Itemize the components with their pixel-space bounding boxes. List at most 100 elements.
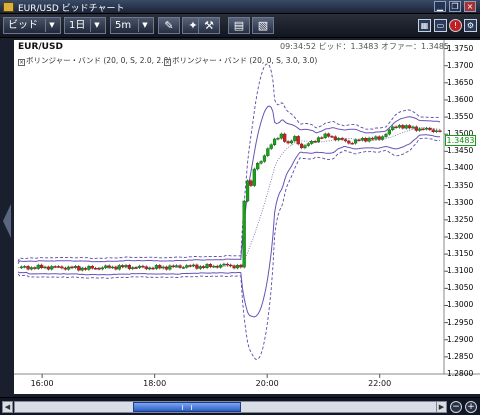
scroll-thumb[interactable] (133, 402, 241, 412)
draw-line-icon[interactable]: ✎ (158, 17, 180, 34)
legend-checkbox[interactable]: × (164, 59, 171, 66)
candle-body (218, 264, 223, 268)
chevron-down-icon: ▼ (138, 19, 151, 32)
y-tick-label: 1.3150 (447, 249, 474, 259)
candle-body (46, 266, 50, 270)
current-price-label: 1.3483 (445, 135, 476, 147)
image-icon[interactable]: ▧ (252, 17, 274, 34)
candle-body (272, 138, 277, 145)
candle-body (23, 266, 27, 268)
close-icon[interactable]: × (464, 1, 476, 12)
candle-body (401, 125, 405, 129)
indicator-icon[interactable]: ⚒ (198, 17, 220, 34)
candle-body (235, 265, 240, 269)
interval-select[interactable]: 5m ▼ (110, 17, 154, 34)
candle-body (367, 137, 371, 142)
candle-body (60, 266, 64, 269)
candle-body (26, 266, 30, 270)
window-title: EUR/USD ビッドチャート (18, 4, 125, 14)
candle-body (67, 266, 71, 270)
legend-bb-3[interactable]: × ボリンジャー・バンド (20, 0, S, 3.0, 3.0) (164, 55, 317, 66)
y-tick-label: 1.2850 (447, 351, 474, 361)
candle-body (266, 148, 270, 156)
candle-body (316, 137, 321, 142)
candle-body (114, 266, 118, 270)
y-tick-label: 1.3200 (447, 231, 474, 241)
candle-body (148, 267, 152, 270)
y-tick-label: 1.3000 (447, 300, 474, 310)
candle-body (296, 136, 300, 145)
candle-body (431, 129, 435, 132)
candle-body (229, 264, 233, 267)
candle-body (94, 267, 98, 270)
candle-body (381, 136, 385, 140)
candle-body (313, 141, 317, 143)
alert-icon[interactable]: ! (449, 19, 462, 32)
candle-body (232, 265, 236, 269)
layout-icon[interactable]: ▦ (418, 19, 431, 32)
candle-body (107, 265, 111, 268)
y-tick-label: 1.3750 (447, 43, 474, 53)
legend-checkbox[interactable]: × (18, 59, 25, 66)
candle-body (283, 133, 287, 142)
x-tick-label: 16:00 (30, 379, 54, 388)
quote-info: 09:34:52 ビッド：1.3483 オファー：1.3485 (280, 41, 449, 52)
settings-icon[interactable]: ⚙ (464, 19, 477, 32)
candle-body (279, 133, 283, 139)
y-tick-label: 1.3050 (447, 283, 474, 293)
chart-toolbar: ビッド ▼ 1日 ▼ 5m ▼ ✎ ✦ ⚒ ▤ ▧ ▦ ▭ ! ⚙ (0, 14, 480, 38)
plot-area (14, 40, 444, 374)
window-icon[interactable]: ▭ (434, 19, 447, 32)
print-icon[interactable]: ▤ (228, 17, 250, 34)
price-type-select[interactable]: ビッド ▼ (3, 17, 61, 34)
price-chart[interactable] (0, 38, 480, 397)
candle-body (245, 180, 250, 202)
chevron-down-icon: ▼ (45, 19, 58, 32)
y-tick-label: 1.3650 (447, 77, 474, 87)
candle-body (144, 266, 148, 270)
y-tick-label: 1.3450 (447, 146, 474, 156)
candle-body (411, 126, 415, 129)
offer-value: 1.3485 (421, 42, 450, 51)
candle-body (87, 266, 91, 270)
scroll-track[interactable] (14, 401, 444, 413)
chart-scrollbar[interactable]: ◀ ▶ − + (0, 397, 480, 415)
candle-body (269, 144, 273, 149)
candle-body (83, 268, 88, 270)
candle-body (343, 139, 348, 142)
x-tick-label: 18:00 (143, 379, 167, 388)
zoom-out-icon[interactable]: − (450, 401, 462, 413)
candle-body (141, 265, 145, 268)
candle-body (387, 129, 391, 135)
minimize-icon[interactable]: ▁ (434, 1, 446, 12)
candle-body (330, 136, 334, 138)
scroll-right-icon[interactable]: ▶ (436, 401, 447, 413)
scroll-left-icon[interactable]: ◀ (2, 401, 13, 413)
candle-body (299, 143, 304, 149)
restore-icon[interactable]: ❐ (449, 1, 461, 12)
candle-body (164, 266, 169, 270)
x-tick-label: 20:00 (255, 379, 279, 388)
candle-body (306, 143, 310, 146)
y-tick-label: 1.2950 (447, 317, 474, 327)
candle-body (414, 126, 418, 131)
period-select[interactable]: 1日 ▼ (64, 17, 106, 34)
candle-body (40, 264, 44, 269)
candle-body (168, 265, 172, 270)
candle-body (360, 138, 364, 141)
candle-body (212, 265, 216, 268)
candle-body (205, 264, 209, 268)
candle-body (117, 265, 121, 270)
chevron-down-icon: ▼ (90, 19, 103, 32)
legend-bb-2[interactable]: × ボリンジャー・バンド (20, 0, S, 2.0, 2.0) (18, 55, 171, 66)
candle-body (53, 266, 57, 268)
candle-body (151, 267, 155, 270)
candle-body (384, 133, 388, 137)
candle-body (289, 140, 294, 144)
y-tick-label: 1.2800 (447, 369, 474, 378)
zoom-in-icon[interactable]: + (465, 401, 477, 413)
candle-body (77, 266, 81, 271)
candle-body (73, 266, 77, 268)
candle-body (97, 268, 101, 270)
y-tick-label: 1.3300 (447, 197, 474, 207)
